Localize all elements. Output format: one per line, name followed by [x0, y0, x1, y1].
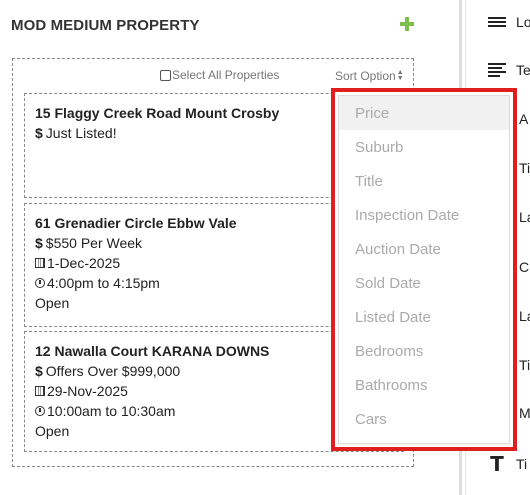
right-panel-item-label: C	[519, 259, 530, 275]
dollar-icon: $	[35, 363, 43, 379]
property-price: Just Listed!	[45, 125, 117, 141]
sort-option-label: Sort Option	[335, 69, 396, 83]
calendar-icon	[35, 386, 45, 396]
plus-icon[interactable]	[400, 17, 414, 31]
property-date: 1-Dec-2025	[47, 255, 121, 271]
sort-options-dropdown: Price Suburb Title Inspection Date Aucti…	[331, 88, 517, 451]
sort-option-sold-date[interactable]: Sold Date	[339, 266, 509, 300]
right-panel-item-label: Ti	[516, 456, 528, 472]
sort-icon: ▲ ▼	[396, 69, 404, 82]
right-panel-item-label: La	[519, 308, 530, 324]
right-panel-item-label: Lo	[516, 14, 530, 30]
sort-option-button[interactable]: Sort Option ▲ ▼	[335, 69, 404, 83]
sort-option-title[interactable]: Title	[339, 164, 509, 198]
dollar-icon: $	[35, 125, 43, 141]
calendar-icon	[35, 258, 45, 268]
panel-title: MOD MEDIUM PROPERTY	[11, 17, 200, 34]
right-panel-item[interactable]: Te	[488, 62, 530, 78]
property-price: Offers Over $999,000	[45, 363, 181, 379]
right-panel-item-label: M	[519, 405, 530, 421]
right-panel-item[interactable]: Lo	[488, 14, 530, 30]
select-all-checkbox[interactable]	[160, 69, 171, 81]
property-date: 29-Nov-2025	[47, 383, 128, 399]
sort-option-cars[interactable]: Cars	[339, 402, 509, 436]
clock-icon	[35, 406, 45, 416]
property-time: 10:00am to 10:30am	[47, 403, 176, 419]
align-left-icon	[488, 63, 506, 77]
sort-option-suburb[interactable]: Suburb	[339, 130, 509, 164]
right-panel-item-label: La	[519, 209, 530, 225]
sort-option-bedrooms[interactable]: Bedrooms	[339, 334, 509, 368]
sort-option-bathrooms[interactable]: Bathrooms	[339, 368, 509, 402]
sort-option-inspection-date[interactable]: Inspection Date	[339, 198, 509, 232]
sort-option-price[interactable]: Price	[339, 96, 509, 130]
select-all-label: Select All Properties	[172, 68, 280, 82]
select-all-control[interactable]: Select All Properties	[160, 68, 279, 82]
align-justify-icon	[488, 17, 506, 27]
sort-option-listed-date[interactable]: Listed Date	[339, 300, 509, 334]
sort-option-auction-date[interactable]: Auction Date	[339, 232, 509, 266]
right-panel-item-label: A	[519, 111, 529, 127]
right-panel-item-label: Ti	[519, 357, 530, 373]
right-panel-item-label: Te	[516, 62, 530, 78]
right-panel-item-label: Ti	[519, 160, 530, 176]
right-panel-item[interactable]: T Ti	[488, 452, 527, 476]
property-price: $550 Per Week	[45, 235, 143, 251]
dollar-icon: $	[35, 235, 43, 251]
sort-options-list: Price Suburb Title Inspection Date Aucti…	[338, 95, 510, 444]
clock-icon	[35, 278, 45, 288]
text-icon: T	[490, 452, 504, 476]
property-time: 4:00pm to 4:15pm	[47, 275, 160, 291]
